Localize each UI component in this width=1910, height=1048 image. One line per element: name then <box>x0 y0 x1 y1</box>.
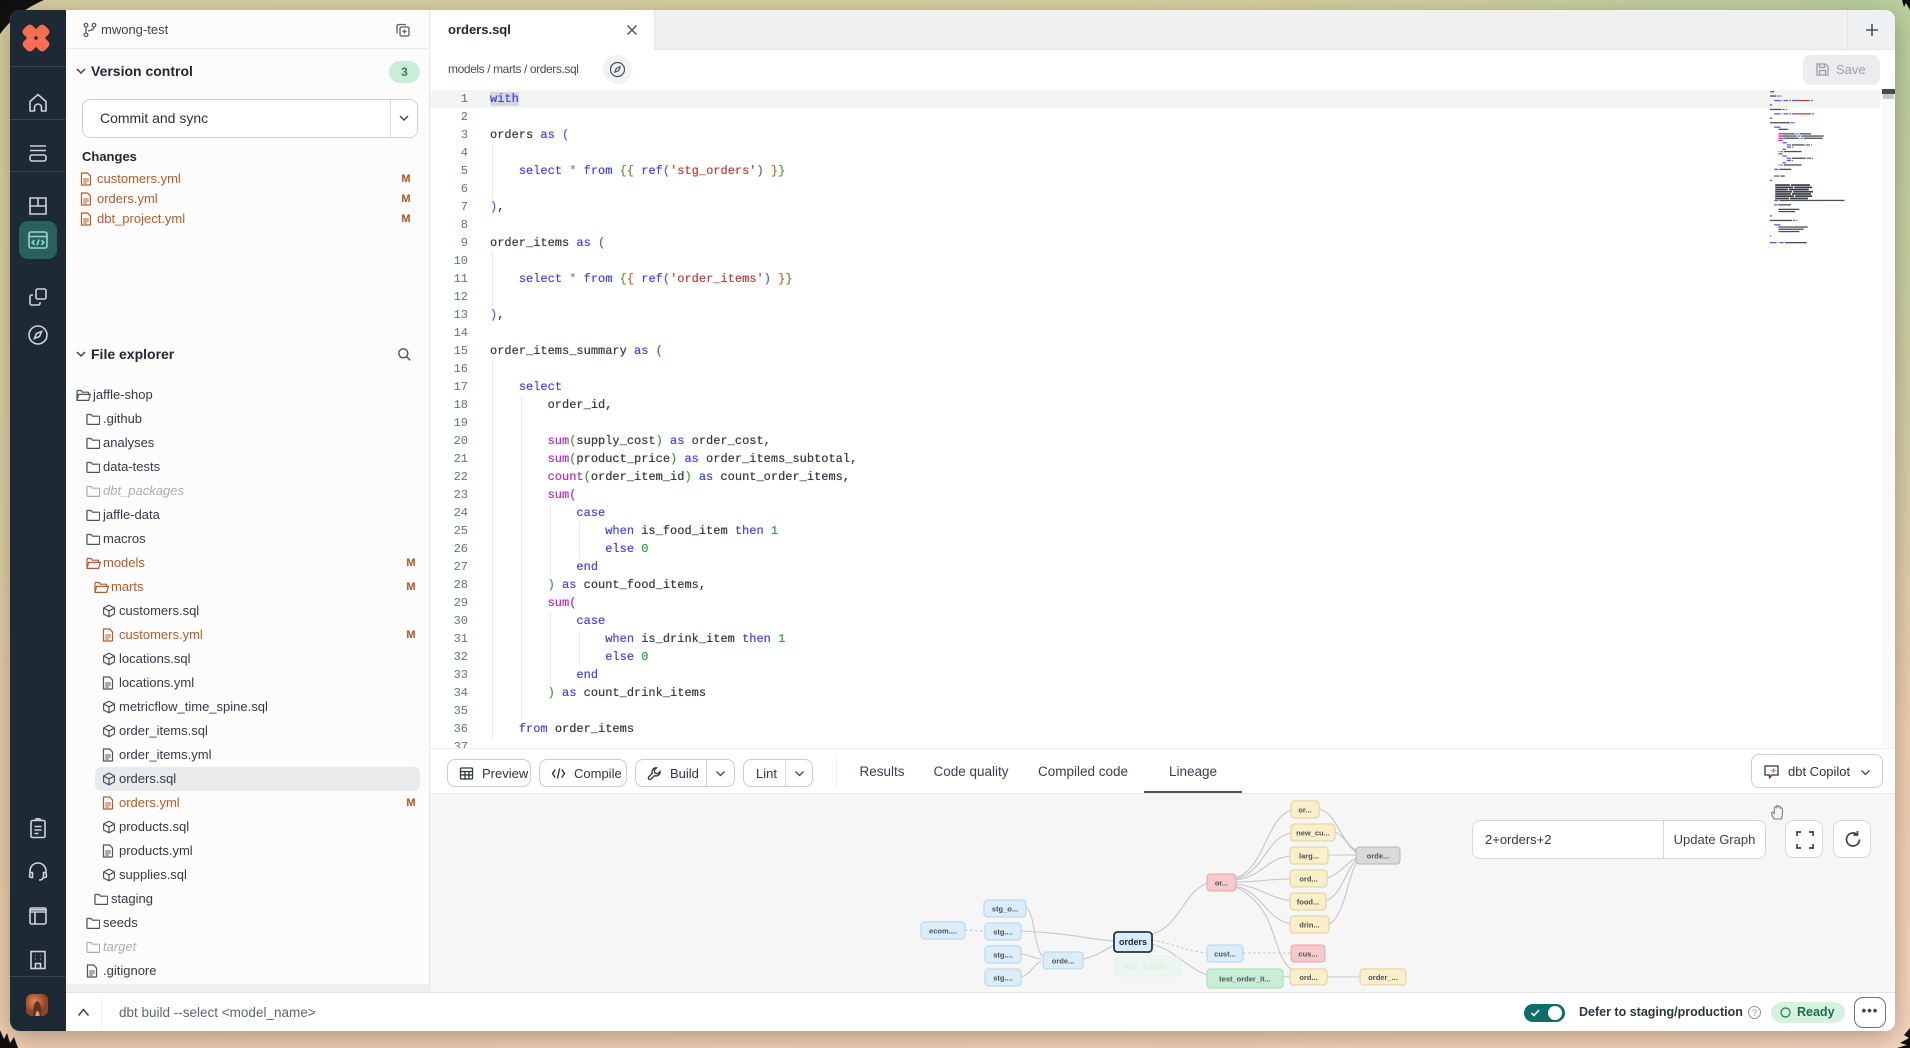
svg-text:larg...: larg... <box>1299 852 1319 861</box>
svg-text:cust...: cust... <box>1214 950 1236 959</box>
svg-text:or...: or... <box>1298 806 1311 815</box>
svg-text:test_supply...: test_supply... <box>1123 961 1172 971</box>
svg-text:cus...: cus... <box>1298 950 1317 959</box>
svg-text:ord...: ord... <box>1299 875 1317 884</box>
svg-text:stg_o...: stg_o... <box>992 905 1018 914</box>
svg-text:orde...: orde... <box>1367 852 1390 861</box>
svg-text:orders: orders <box>1119 937 1147 947</box>
svg-text:stg....: stg.... <box>993 928 1013 937</box>
svg-text:drin...: drin... <box>1299 921 1319 930</box>
svg-text:food...: food... <box>1297 898 1320 907</box>
svg-text:order_...: order_... <box>1368 973 1398 982</box>
svg-text:orde...: orde... <box>1052 957 1075 966</box>
svg-text:test_order_it...: test_order_it... <box>1219 975 1271 984</box>
svg-text:ord...: ord... <box>1299 973 1317 982</box>
svg-text:ecom....: ecom.... <box>929 927 957 936</box>
svg-text:stg....: stg.... <box>993 951 1013 960</box>
svg-text:stg....: stg.... <box>993 974 1013 983</box>
svg-text:new_cu...: new_cu... <box>1296 829 1330 838</box>
svg-text:or...: or... <box>1215 879 1228 888</box>
